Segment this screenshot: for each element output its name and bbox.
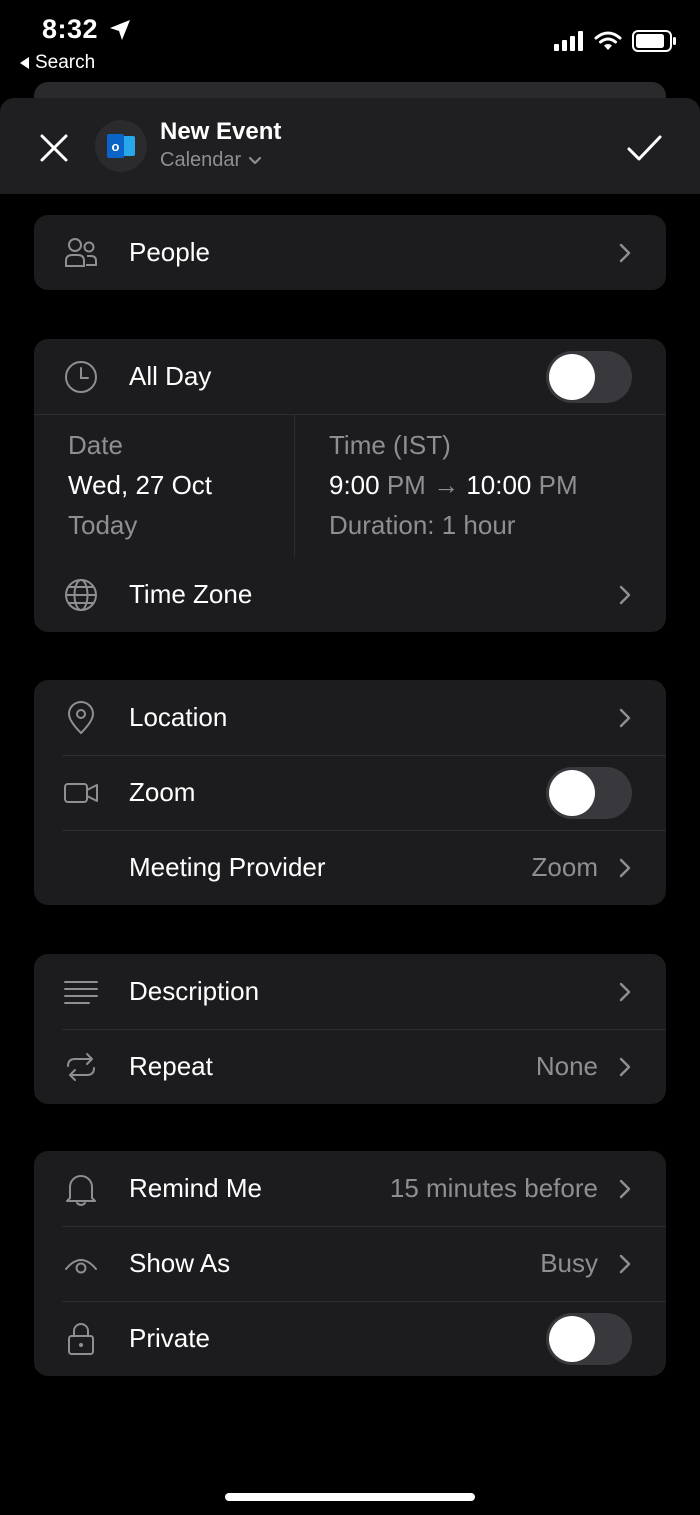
calendar-selector-label: Calendar: [160, 149, 242, 171]
outlook-app-icon: o: [95, 120, 147, 172]
checkmark-icon[interactable]: [624, 128, 664, 168]
description-label: Description: [129, 976, 260, 1006]
video-camera-icon: [64, 782, 98, 803]
status-icons: [554, 30, 678, 52]
options-card: Remind Me 15 minutes before Show As Busy…: [34, 1151, 666, 1376]
people-icon: [65, 237, 97, 267]
remind-me-label: Remind Me: [129, 1173, 262, 1203]
meeting-provider-value: Zoom: [531, 852, 598, 882]
text-lines-icon: [64, 980, 98, 1004]
chevron-right-icon: [619, 1179, 631, 1198]
all-day-toggle[interactable]: [546, 350, 632, 403]
start-period: PM: [386, 470, 426, 500]
outlook-icon-letter: o: [112, 139, 120, 154]
date-relative: Today: [68, 510, 138, 540]
end-time: 10:00: [466, 470, 532, 500]
private-label: Private: [129, 1323, 210, 1353]
globe-icon: [65, 578, 97, 611]
event-header: o New Event Calendar: [0, 98, 700, 194]
status-time: 8:32: [42, 14, 99, 44]
people-card: People: [34, 215, 666, 290]
battery-icon: [632, 30, 676, 52]
location-row[interactable]: Location: [34, 680, 666, 755]
chevron-down-icon: [249, 156, 262, 164]
bell-icon: [66, 1174, 96, 1206]
meeting-card: Location Zoom Meeting Provider Zoom: [34, 680, 666, 905]
repeat-icon: [67, 1052, 95, 1081]
meeting-provider-label: Meeting Provider: [129, 852, 326, 882]
show-as-row[interactable]: Show As Busy: [34, 1226, 666, 1301]
chevron-right-icon: [619, 708, 631, 727]
show-as-label: Show As: [129, 1248, 231, 1278]
time-range[interactable]: 9:00 PM → 10:00 PM: [329, 470, 578, 501]
wifi-icon: [594, 31, 622, 50]
all-day-label: All Day: [129, 361, 212, 391]
time-zone-label: Time Zone: [129, 579, 253, 609]
repeat-row[interactable]: Repeat None: [34, 1029, 666, 1104]
location-label: Location: [129, 702, 228, 732]
back-to-search-link[interactable]: Search: [20, 52, 95, 74]
zoom-toggle[interactable]: [546, 766, 632, 819]
calendar-selector[interactable]: Calendar: [160, 149, 262, 172]
chevron-right-icon: [619, 243, 631, 262]
back-search-label: Search: [35, 52, 96, 73]
people-label: People: [129, 237, 210, 267]
location-pin-icon: [68, 700, 94, 734]
chevron-right-icon: [619, 858, 631, 877]
remind-me-value: 15 minutes before: [389, 1173, 598, 1203]
repeat-value: None: [535, 1051, 598, 1081]
time-arrow: →: [433, 470, 460, 500]
show-as-value: Busy: [540, 1248, 598, 1278]
page-title: New Event: [160, 118, 282, 145]
people-row[interactable]: People: [34, 215, 666, 290]
time-zone-row[interactable]: Time Zone: [34, 557, 666, 632]
repeat-label: Repeat: [129, 1051, 213, 1081]
start-time: 9:00: [329, 470, 380, 500]
private-toggle-knob: [549, 1315, 595, 1362]
chevron-right-icon: [619, 585, 631, 604]
date-heading-text: Date: [68, 430, 123, 460]
private-toggle[interactable]: [546, 1312, 632, 1365]
private-row: Private: [34, 1301, 666, 1376]
all-day-toggle-knob: [549, 353, 595, 400]
eye-icon: [65, 1258, 97, 1273]
location-arrow-icon: [110, 20, 130, 40]
back-triangle-icon: [20, 57, 29, 69]
chevron-right-icon: [619, 1254, 631, 1273]
details-card: Description Repeat None: [34, 954, 666, 1104]
meeting-provider-row[interactable]: Meeting Provider Zoom: [34, 830, 666, 905]
date-time-text: Date Wed, 27 Oct Today Time (IST) 9:00 P…: [34, 414, 666, 556]
lock-icon: [68, 1322, 94, 1355]
cellular-signal-icon: [554, 31, 583, 51]
chevron-right-icon: [619, 982, 631, 1001]
all-day-row: All Day: [34, 339, 666, 414]
end-period: PM: [538, 470, 578, 500]
remind-me-row[interactable]: Remind Me 15 minutes before: [34, 1151, 666, 1226]
description-row[interactable]: Description: [34, 954, 666, 1029]
date-value[interactable]: Wed, 27 Oct: [68, 470, 212, 501]
zoom-label: Zoom: [129, 777, 196, 807]
zoom-row: Zoom: [34, 755, 666, 830]
close-icon[interactable]: [36, 130, 72, 166]
status-bar: 8:32 Search: [0, 0, 700, 80]
home-indicator: [225, 1493, 475, 1501]
duration: Duration: 1 hour: [329, 510, 516, 540]
chevron-right-icon: [619, 1057, 631, 1076]
clock-icon: [65, 360, 97, 393]
time-heading: Time (IST): [329, 430, 451, 460]
zoom-toggle-knob: [549, 769, 595, 816]
